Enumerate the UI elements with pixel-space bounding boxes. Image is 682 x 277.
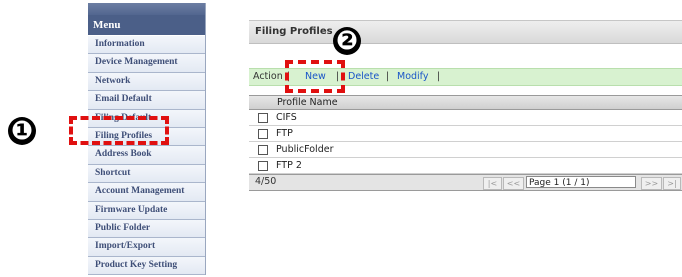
callout-badge-2: ❷ — [333, 27, 361, 55]
menu-header: Menu — [88, 15, 205, 36]
callout-badge-1-label: ❶ — [10, 116, 33, 146]
page-input[interactable]: Page 1 (1 / 1) — [526, 176, 636, 188]
menu-top-bar — [88, 3, 205, 15]
filing-profiles-panel: Filing Profiles Action | New | Delete | … — [249, 20, 682, 206]
column-header-profile-name[interactable]: Profile Name — [249, 96, 682, 110]
row-profile-name: PublicFolder — [276, 144, 334, 155]
profiles-table: Profile Name CIFS FTP PublicFolder FTP 2… — [249, 95, 682, 191]
menu-item-network[interactable]: Network — [88, 72, 205, 92]
row-checkbox[interactable] — [258, 129, 268, 139]
menu-item-shortcut[interactable]: Shortcut — [88, 164, 205, 184]
callout-badge-2-label: ❷ — [335, 26, 358, 56]
profile-count: 4/50 — [255, 176, 277, 187]
last-page-button[interactable]: >| — [663, 177, 681, 190]
callout-box-new — [285, 60, 345, 93]
table-row[interactable]: FTP — [249, 126, 682, 142]
menu-item-public-folder[interactable]: Public Folder — [88, 219, 205, 239]
row-profile-name: FTP 2 — [276, 160, 302, 171]
menu-item-product-key-setting[interactable]: Product Key Setting — [88, 256, 205, 276]
menu-item-firmware-update[interactable]: Firmware Update — [88, 201, 205, 220]
row-checkbox[interactable] — [258, 113, 268, 123]
row-checkbox[interactable] — [258, 145, 268, 155]
row-checkbox[interactable] — [258, 161, 268, 171]
table-row[interactable]: PublicFolder — [249, 142, 682, 158]
callout-badge-1: ❶ — [8, 117, 36, 145]
pagination-bar: 4/50 |< << Page 1 (1 / 1) >> >| — [249, 174, 682, 191]
modify-button[interactable]: Modify — [397, 69, 428, 85]
panel-title: Filing Profiles — [249, 20, 682, 44]
next-page-button[interactable]: >> — [641, 177, 662, 190]
menu-item-account-management[interactable]: Account Management — [88, 183, 205, 202]
action-separator: | — [437, 71, 441, 82]
row-profile-name: CIFS — [276, 112, 297, 123]
menu-item-email-default[interactable]: Email Default — [88, 91, 205, 110]
table-row[interactable]: FTP 2 — [249, 158, 682, 174]
table-row[interactable]: CIFS — [249, 110, 682, 126]
menu-item-address-book[interactable]: Address Book — [88, 146, 205, 165]
first-page-button[interactable]: |< — [483, 177, 502, 190]
callout-box-filing-profiles — [69, 116, 169, 145]
delete-button[interactable]: Delete — [348, 69, 379, 85]
prev-page-button[interactable]: << — [503, 177, 524, 190]
row-profile-name: FTP — [276, 128, 293, 139]
action-label: Action — [253, 71, 283, 82]
menu-item-device-management[interactable]: Device Management — [88, 54, 205, 73]
menu-item-import-export[interactable]: Import/Export — [88, 238, 205, 257]
menu-item-information[interactable]: Information — [88, 36, 205, 55]
action-separator: | — [386, 71, 390, 82]
